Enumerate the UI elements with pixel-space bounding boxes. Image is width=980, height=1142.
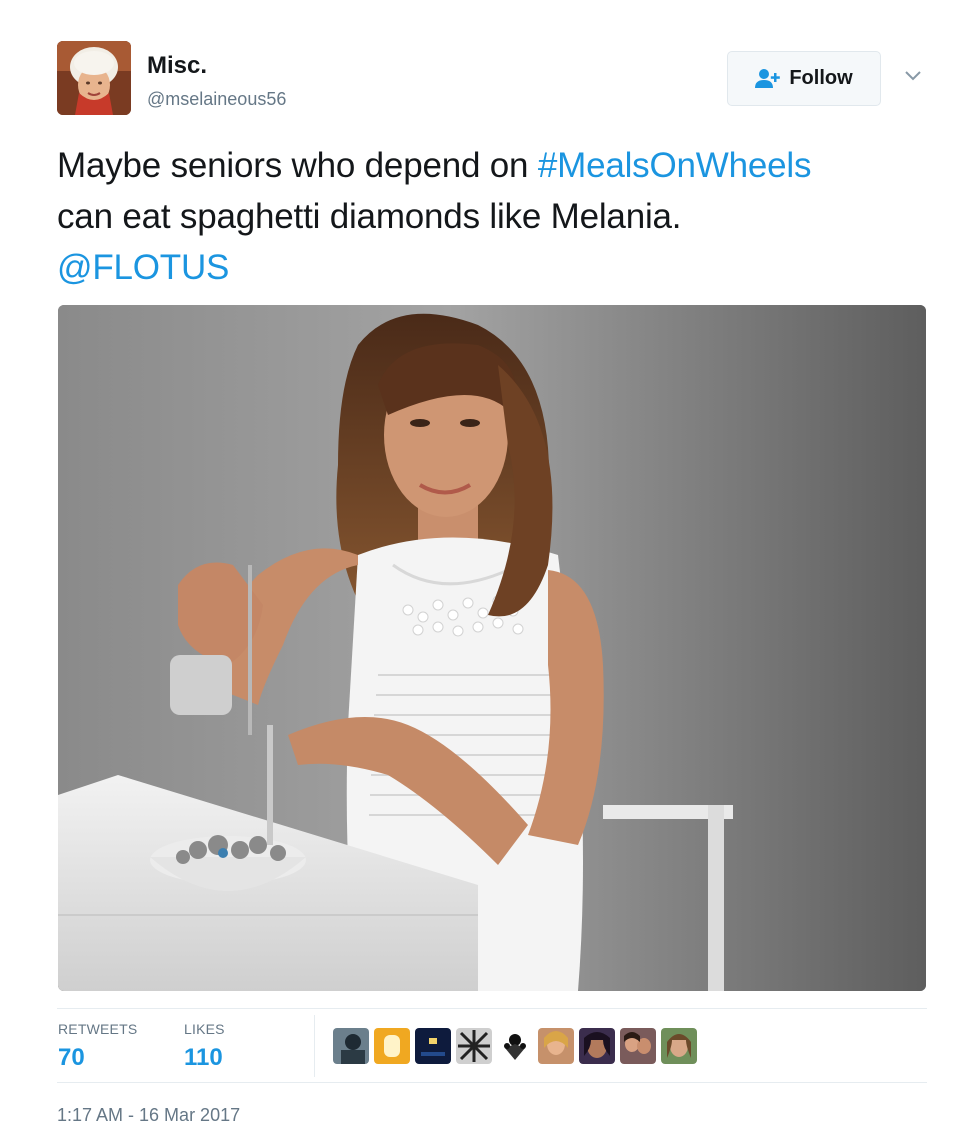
follow-button[interactable]: Follow [727,51,881,106]
likes-label: LIKES [184,1021,225,1037]
stats-divider-bottom [57,1082,927,1083]
add-user-icon [755,68,781,90]
stats-separator [314,1015,315,1077]
display-name[interactable]: Misc. [147,52,207,80]
retweets-label: RETWEETS [58,1021,138,1037]
avatar-image [57,41,131,115]
liker-avatar[interactable] [497,1028,533,1064]
likes-count[interactable]: 110 [184,1044,223,1072]
liker-avatar[interactable] [579,1028,615,1064]
follow-label: Follow [789,67,853,89]
tweet-timestamp[interactable]: 1:17 AM - 16 Mar 2017 [57,1105,240,1126]
liker-avatar[interactable] [333,1028,369,1064]
retweets-count[interactable]: 70 [58,1044,85,1072]
stats-divider-top [57,1008,927,1009]
hashtag-link[interactable]: #MealsOnWheels [538,146,812,185]
photo-image [58,305,926,991]
liker-avatar[interactable] [620,1028,656,1064]
tweet-text: Maybe seniors who depend on #MealsOnWhee… [57,140,957,293]
tweet-line-2: can eat spaghetti diamonds like Melania. [57,197,682,236]
liker-avatar[interactable] [456,1028,492,1064]
chevron-down-icon[interactable] [903,68,923,84]
user-handle[interactable]: @mselaineous56 [147,88,286,110]
liker-avatar[interactable] [374,1028,410,1064]
tweet-line-1: Maybe seniors who depend on #MealsOnWhee… [57,140,957,191]
liker-avatar[interactable] [538,1028,574,1064]
mention-link[interactable]: @FLOTUS [57,248,229,287]
tweet-text-segment: Maybe seniors who depend on [57,146,538,185]
avatar[interactable] [57,41,131,115]
liker-avatars [333,1028,697,1064]
liker-avatar[interactable] [415,1028,451,1064]
liker-avatar[interactable] [661,1028,697,1064]
tweet-line-3: @FLOTUS [57,242,957,293]
tweet-photo[interactable] [58,305,926,991]
tweet-card: Misc. @mselaineous56 Follow Maybe senior… [0,0,980,1142]
